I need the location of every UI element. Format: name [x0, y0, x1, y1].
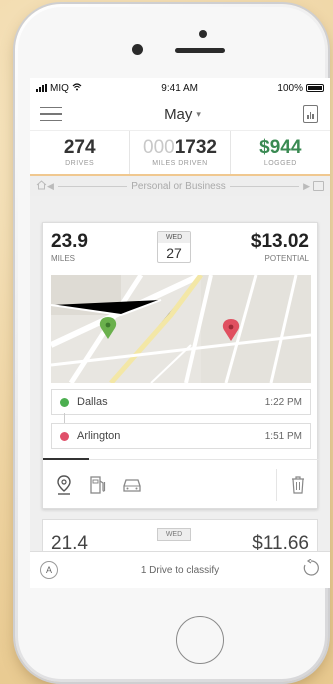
card-action-bar — [43, 458, 319, 510]
briefcase-icon — [313, 181, 324, 191]
drive-miles: 23.9 — [51, 231, 88, 252]
home-icon — [36, 179, 47, 193]
trash-icon[interactable] — [287, 474, 309, 496]
carrier-label: MIQ — [50, 82, 69, 94]
drive-day: 27 — [166, 245, 182, 261]
clock: 9:41 AM — [161, 82, 198, 94]
stop-connector — [64, 413, 65, 423]
app-screen: MIQ 9:41 AM 100% May ▾ 274 DRIVES 000173… — [30, 78, 330, 588]
arrow-left-icon: ◀ — [47, 180, 54, 191]
next-drive-day-of-week: WED — [157, 528, 191, 541]
end-location: Arlington — [77, 430, 121, 442]
divider-line — [229, 185, 300, 187]
front-camera — [132, 44, 143, 55]
miles-label: MILES DRIVEN — [152, 160, 208, 167]
route-map[interactable] — [51, 275, 311, 383]
fuel-pump-icon[interactable] — [87, 474, 109, 496]
undo-icon[interactable] — [302, 558, 320, 582]
classify-swipe-bar: ◀ Personal or Business ▶ — [30, 174, 330, 196]
drives-label: DRIVES — [65, 160, 95, 167]
chevron-down-icon: ▾ — [196, 108, 201, 119]
status-left: MIQ — [36, 83, 82, 94]
status-right: 100% — [277, 83, 324, 94]
drive-date: WED 27 — [157, 231, 191, 263]
start-dot-icon — [60, 397, 69, 407]
month-label: May — [164, 105, 193, 123]
end-time: 1:51 PM — [264, 430, 302, 442]
start-stop[interactable]: Dallas 1:22 PM — [51, 389, 311, 415]
stat-logged[interactable]: $944 LOGGED — [229, 131, 330, 174]
location-pin-icon[interactable] — [53, 474, 75, 496]
miles-value: 0001732 — [143, 138, 217, 158]
status-bar: MIQ 9:41 AM 100% — [30, 78, 330, 98]
wifi-icon — [72, 82, 82, 94]
drive-potential: $13.02 — [250, 231, 309, 252]
month-selector[interactable]: May ▾ — [164, 106, 201, 123]
logged-label: LOGGED — [263, 160, 297, 167]
drive-card[interactable]: 23.9 MILES WED 27 $13.02 POTENTIAL Dalla… — [42, 222, 319, 510]
drives-value: 274 — [63, 137, 96, 158]
delete-area — [276, 469, 309, 501]
drive-day-of-week: WED — [158, 232, 190, 243]
stat-miles[interactable]: 0001732 MILES DRIVEN — [129, 131, 229, 174]
stat-drives[interactable]: 274 DRIVES — [30, 131, 129, 174]
miles-number: 1732 — [174, 137, 217, 158]
battery-icon — [305, 84, 324, 92]
classify-label: Personal or Business — [131, 180, 226, 192]
arrow-right-icon: ▶ — [303, 180, 310, 191]
drive-miles-label: MILES — [51, 254, 76, 263]
sensor-dot — [199, 30, 207, 38]
bottom-status-bar: A 1 Drive to classify — [30, 551, 330, 588]
stats-row: 274 DRIVES 0001732 MILES DRIVEN $944 LOG… — [30, 130, 330, 174]
logged-value: $944 — [259, 137, 302, 158]
end-dot-icon — [60, 431, 69, 441]
active-tab-indicator — [43, 458, 89, 460]
miles-leading-zeros: 000 — [143, 137, 175, 158]
end-stop[interactable]: Arlington 1:51 PM — [51, 423, 311, 449]
auto-mode-icon[interactable]: A — [40, 561, 58, 579]
earpiece-speaker — [175, 48, 225, 53]
report-icon[interactable] — [303, 105, 318, 123]
signal-icon — [36, 84, 47, 92]
car-icon[interactable] — [121, 474, 143, 496]
start-time: 1:22 PM — [264, 396, 302, 408]
drive-potential-label: POTENTIAL — [264, 254, 309, 263]
home-button[interactable] — [176, 616, 224, 664]
app-header: May ▾ — [30, 98, 330, 130]
start-location: Dallas — [77, 396, 108, 408]
battery-percent: 100% — [277, 82, 303, 94]
drive-card-header: 23.9 MILES WED 27 $13.02 POTENTIAL — [43, 223, 317, 271]
divider-line — [57, 185, 128, 187]
drives-to-classify: 1 Drive to classify — [140, 564, 220, 576]
menu-icon[interactable] — [40, 106, 62, 122]
